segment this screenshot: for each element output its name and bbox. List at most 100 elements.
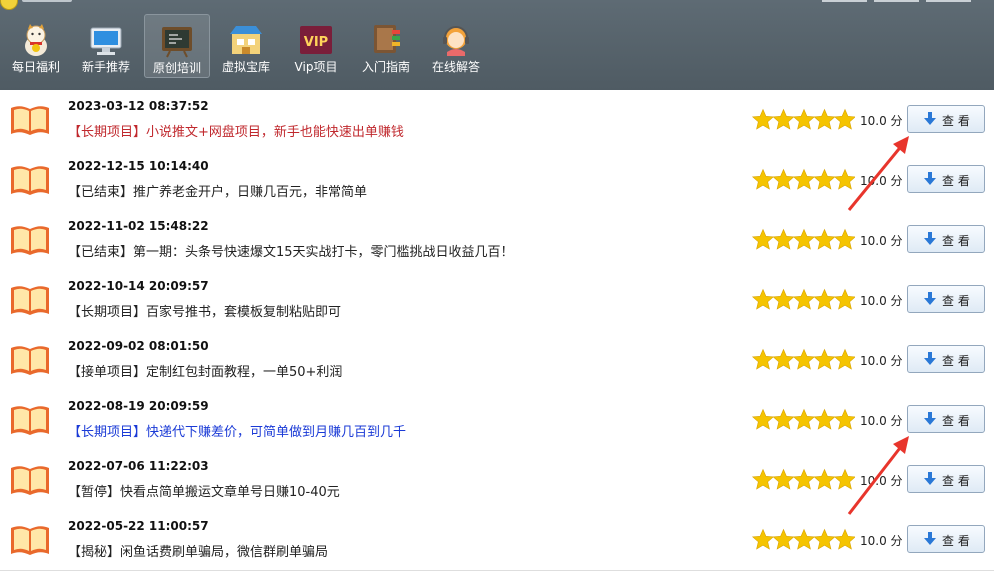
star-icon [772, 408, 795, 430]
store-icon [230, 26, 262, 54]
item-title[interactable]: 【暂停】快看点简单搬运文章单号日赚10-40元 [68, 481, 340, 500]
star-icon [772, 168, 795, 190]
star-icon [833, 228, 855, 250]
star-icon [792, 288, 816, 310]
item-title[interactable]: 【揭秘】闲鱼话费刷单骗局，微信群刷单骗局 [68, 541, 328, 560]
open-book-icon [11, 466, 49, 495]
nav-item-original-training[interactable]: 原创培训 [144, 14, 210, 78]
star-icon [833, 288, 855, 310]
download-arrow-icon [924, 172, 936, 185]
item-title[interactable]: 【长期项目】快递代下赚差价，可简单做到月赚几百到几千 [68, 421, 406, 440]
toolbar: 每日福利 新手推荐 原创培训 虚拟宝库 VIP Vip项目 入门指南 在线解答 [0, 0, 994, 91]
star-icon [751, 288, 775, 310]
vip-icon: VIP [300, 26, 332, 54]
item-score: 10.0 分 [860, 174, 903, 188]
rating-stars [751, 528, 855, 550]
list-item: 2022-08-19 20:09:59 【长期项目】快递代下赚差价，可简单做到月赚… [0, 390, 994, 451]
list-item: 2022-05-22 11:00:57 【揭秘】闲鱼话费刷单骗局，微信群刷单骗局 1… [0, 510, 994, 571]
nav-label: 在线解答 [431, 60, 480, 74]
star-icon [792, 108, 816, 130]
star-icon [813, 168, 836, 190]
item-title[interactable]: 【接单项目】定制红包封面教程，一单50+利润 [68, 361, 342, 380]
download-arrow-icon [924, 112, 936, 125]
list-item: 2023-03-12 08:37:52 【长期项目】小说推文+网盘项目，新手也能快… [0, 90, 994, 151]
view-button-label: 查 看 [942, 294, 970, 308]
item-score: 10.0 分 [860, 534, 903, 548]
item-score: 10.0 分 [860, 114, 903, 128]
open-book-icon [11, 286, 49, 315]
nav-label: 原创培训 [152, 61, 201, 75]
view-button[interactable]: 查 看 [907, 405, 985, 433]
nav-label: Vip项目 [294, 60, 338, 74]
download-arrow-icon [924, 412, 936, 425]
download-arrow-icon [924, 532, 936, 545]
view-button[interactable]: 查 看 [907, 525, 985, 553]
open-book-icon [11, 106, 49, 135]
close-button[interactable] [926, 0, 971, 2]
nav-label: 新手推荐 [81, 60, 130, 74]
star-icon [813, 348, 836, 370]
item-date: 2022-07-06 11:22:03 [68, 459, 209, 473]
minimize-button[interactable] [822, 0, 867, 2]
maximize-button[interactable] [874, 0, 919, 2]
svg-text:VIP: VIP [304, 35, 328, 50]
star-icon [772, 288, 795, 310]
nav-item-guide[interactable]: 入门指南 [354, 14, 418, 76]
item-title[interactable]: 【长期项目】小说推文+网盘项目，新手也能快速出单赚钱 [68, 121, 404, 140]
window-title [22, 0, 72, 2]
item-title[interactable]: 【已结束】推广养老金开户，日赚几百元，非常简单 [68, 181, 367, 200]
view-button[interactable]: 查 看 [907, 465, 985, 493]
star-icon [792, 168, 816, 190]
view-button[interactable]: 查 看 [907, 225, 985, 253]
item-date: 2022-10-14 20:09:57 [68, 279, 209, 293]
rating-stars [751, 288, 855, 310]
open-book-icon [11, 406, 49, 435]
rating-stars [751, 348, 855, 370]
download-arrow-icon [924, 352, 936, 365]
app-logo-icon [0, 0, 18, 10]
star-icon [833, 168, 855, 190]
nav-label: 虚拟宝库 [221, 60, 270, 74]
star-icon [833, 348, 855, 370]
star-icon [813, 528, 836, 550]
star-icon [833, 468, 855, 490]
nav-item-virtual-store[interactable]: 虚拟宝库 [214, 14, 278, 76]
star-icon [813, 288, 836, 310]
view-button-label: 查 看 [942, 174, 970, 188]
item-score: 10.0 分 [860, 234, 903, 248]
view-button-label: 查 看 [942, 414, 970, 428]
star-icon [813, 468, 836, 490]
view-button-label: 查 看 [942, 474, 970, 488]
star-icon [751, 408, 775, 430]
item-date: 2022-08-19 20:09:59 [68, 399, 209, 413]
star-icon [792, 228, 816, 250]
rating-stars [751, 408, 855, 430]
star-icon [772, 468, 795, 490]
item-title[interactable]: 【已结束】第一期：头条号快速爆文15天实战打卡，零门槛挑战日收益几百！ [68, 241, 514, 260]
rating-stars [751, 468, 855, 490]
view-button[interactable]: 查 看 [907, 165, 985, 193]
star-icon [792, 408, 816, 430]
view-button[interactable]: 查 看 [907, 285, 985, 313]
list-item: 2022-07-06 11:22:03 【暂停】快看点简单搬运文章单号日赚10-4… [0, 450, 994, 511]
nav-item-beginner[interactable]: 新手推荐 [74, 14, 138, 76]
star-icon [792, 348, 816, 370]
list-item: 2022-12-15 10:14:40 【已结束】推广养老金开户，日赚几百元，非常… [0, 150, 994, 211]
nav-item-vip[interactable]: VIP Vip项目 [284, 14, 348, 76]
item-score: 10.0 分 [860, 294, 903, 308]
nav-item-online-answer[interactable]: 在线解答 [424, 14, 488, 76]
nav-item-daily-welfare[interactable]: 每日福利 [4, 14, 68, 76]
view-button[interactable]: 查 看 [907, 105, 985, 133]
rating-stars [751, 108, 855, 130]
star-icon [813, 108, 836, 130]
view-button-label: 查 看 [942, 234, 970, 248]
star-icon [751, 348, 775, 370]
item-date: 2022-12-15 10:14:40 [68, 159, 209, 173]
support-agent-icon [443, 26, 469, 56]
item-date: 2022-05-22 11:00:57 [68, 519, 209, 533]
view-button-label: 查 看 [942, 354, 970, 368]
nav-label: 每日福利 [11, 60, 60, 74]
view-button[interactable]: 查 看 [907, 345, 985, 373]
item-title[interactable]: 【长期项目】百家号推书，套模板复制粘贴即可 [68, 301, 341, 320]
title-bar [0, 0, 994, 10]
